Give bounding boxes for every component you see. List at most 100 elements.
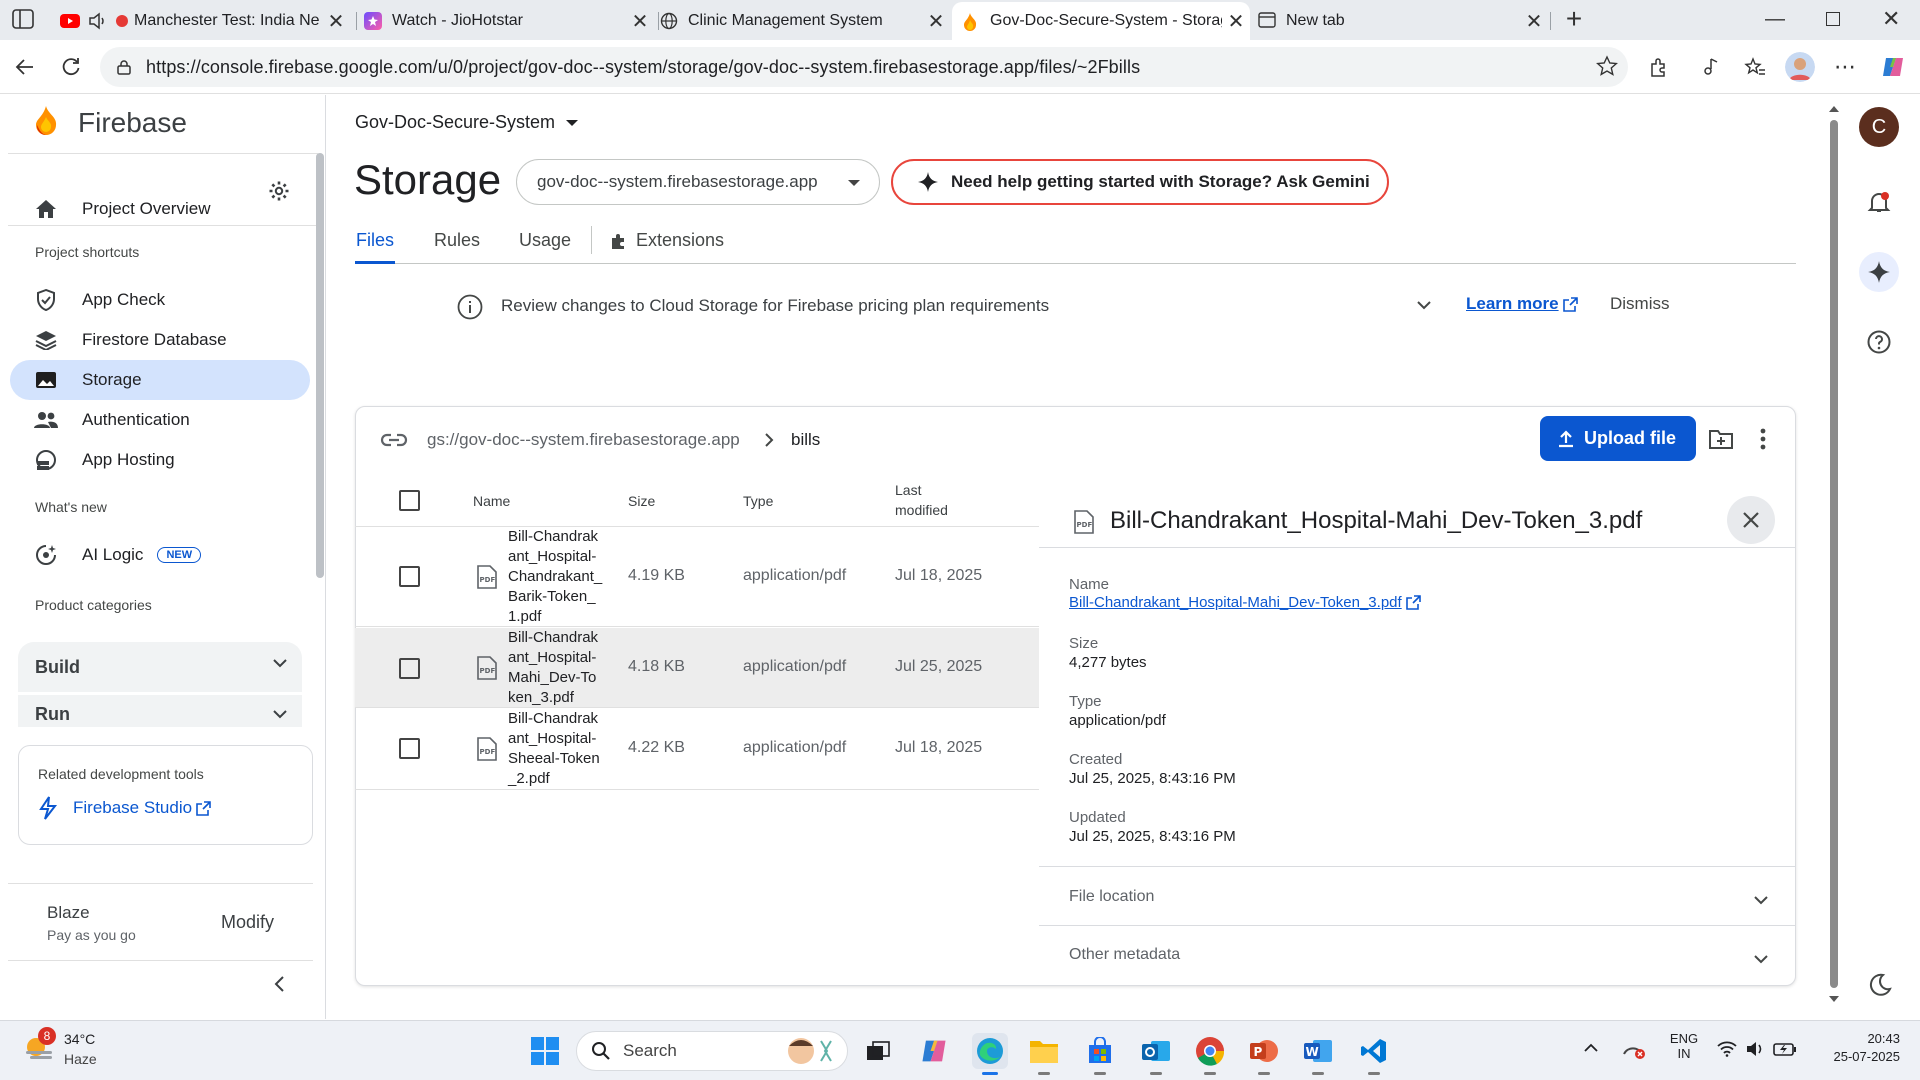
close-tab-icon[interactable]: ✕ <box>1222 7 1250 35</box>
tab-rules[interactable]: Rules <box>434 230 480 251</box>
tab-files[interactable]: Files <box>356 230 394 251</box>
more-options-icon[interactable] <box>1760 428 1766 450</box>
file-location-expander[interactable]: File location <box>1039 867 1796 925</box>
chrome-icon[interactable] <box>1192 1033 1228 1075</box>
new-folder-icon[interactable] <box>1708 428 1734 450</box>
learn-more-link[interactable]: Learn more <box>1466 294 1578 314</box>
new-tab-icon[interactable]: + <box>1560 5 1588 34</box>
file-name[interactable]: Bill-Chandrak ant_Hospital- Mahi_Dev-To … <box>508 628 608 708</box>
gemini-button[interactable] <box>1859 252 1899 292</box>
modify-plan-button[interactable]: Modify <box>221 912 274 933</box>
volume-icon[interactable] <box>1745 1040 1765 1058</box>
close-tab-icon[interactable]: ✕ <box>322 7 350 35</box>
account-avatar[interactable]: C <box>1859 107 1899 147</box>
browser-tab-youtube[interactable]: Manchester Test: India Ne ✕ <box>60 2 350 40</box>
copilot-icon[interactable] <box>1878 52 1908 82</box>
file-download-link[interactable]: Bill-Chandrakant_Hospital-Mahi_Dev-Token… <box>1069 594 1421 611</box>
browser-tab-jiohotstar[interactable]: Watch - JioHotstar ✕ <box>364 2 654 40</box>
word-icon[interactable]: W <box>1300 1033 1336 1075</box>
column-header-modified[interactable]: Last <box>895 482 921 498</box>
sidebar-item-authentication[interactable]: Authentication <box>10 400 310 440</box>
table-row[interactable]: PDF Bill-Chandrak ant_Hospital- Sheeal-T… <box>355 709 1039 790</box>
sidebar-item-app-check[interactable]: App Check <box>10 280 310 320</box>
browser-tab-clinic[interactable]: Clinic Management System ✕ <box>660 2 950 40</box>
system-clock[interactable]: 20:43 25-07-2025 <box>1808 1031 1901 1064</box>
browser-tab-firebase[interactable]: Gov-Doc-Secure-System - Storag ✕ <box>952 2 1250 40</box>
project-selector[interactable]: Gov-Doc-Secure-System <box>355 112 579 133</box>
favorite-star-icon[interactable] <box>1596 55 1618 77</box>
edge-browser-icon[interactable] <box>972 1033 1008 1075</box>
store-icon[interactable] <box>1082 1033 1118 1075</box>
profile-avatar-icon[interactable] <box>1785 52 1815 82</box>
speaker-icon[interactable] <box>88 12 106 30</box>
file-explorer-icon[interactable] <box>1026 1033 1062 1075</box>
other-metadata-expander[interactable]: Other metadata <box>1039 926 1796 984</box>
close-tab-icon[interactable]: ✕ <box>626 7 654 35</box>
banner-expand-chevron-icon[interactable] <box>1416 300 1432 310</box>
row-checkbox[interactable] <box>399 738 420 759</box>
select-all-checkbox[interactable] <box>399 490 420 511</box>
file-name[interactable]: Bill-Chandrak ant_Hospital- Sheeal-Token… <box>508 709 608 789</box>
copilot-app-icon[interactable] <box>916 1033 952 1069</box>
column-header-name[interactable]: Name <box>473 493 510 509</box>
show-hidden-icons-chevron-icon[interactable] <box>1584 1043 1598 1052</box>
table-row-selected[interactable]: PDF Bill-Chandrak ant_Hospital- Mahi_Dev… <box>355 628 1039 708</box>
outlook-icon[interactable] <box>1138 1033 1174 1075</box>
close-details-button[interactable] <box>1727 496 1775 544</box>
collapse-sidebar-icon[interactable] <box>272 975 286 993</box>
extensions-icon[interactable] <box>1644 52 1674 82</box>
tab-extensions[interactable]: Extensions <box>610 230 724 251</box>
close-tab-icon[interactable]: ✕ <box>922 7 950 35</box>
sidebar-item-firestore[interactable]: Firestore Database <box>10 320 310 360</box>
task-view-icon[interactable] <box>860 1033 896 1069</box>
reload-icon[interactable] <box>54 50 88 84</box>
powerpoint-icon[interactable]: P <box>1246 1033 1282 1075</box>
sidebar-toggle-icon[interactable] <box>12 9 36 31</box>
bucket-selector[interactable]: gov-doc--system.firebasestorage.app <box>516 159 880 205</box>
url-field[interactable]: https://console.firebase.google.com/u/0/… <box>100 47 1628 87</box>
site-info-icon[interactable] <box>116 59 132 75</box>
vscode-icon[interactable] <box>1356 1033 1392 1075</box>
close-window-icon[interactable]: ✕ <box>1882 6 1900 32</box>
link-icon[interactable] <box>380 430 408 450</box>
notifications-bell-icon[interactable] <box>1867 190 1891 214</box>
maximize-icon[interactable] <box>1826 12 1840 26</box>
sidebar-item-app-hosting[interactable]: App Hosting <box>10 440 310 480</box>
firebase-studio-link[interactable]: Firebase Studio <box>37 796 211 820</box>
sidebar-scrollbar[interactable] <box>316 153 324 578</box>
close-tab-icon[interactable]: ✕ <box>1520 7 1548 35</box>
help-icon[interactable] <box>1867 330 1891 354</box>
minimize-icon[interactable]: — <box>1765 8 1785 31</box>
taskbar-search[interactable]: Search <box>576 1031 848 1071</box>
bucket-path-root[interactable]: gs://gov-doc--system.firebasestorage.app <box>427 430 740 450</box>
upload-file-button[interactable]: Upload file <box>1540 416 1696 461</box>
run-category[interactable]: Run <box>18 695 302 727</box>
build-category[interactable]: Build <box>18 642 302 692</box>
ask-gemini-button[interactable]: Need help getting started with Storage? … <box>891 159 1389 205</box>
dismiss-button[interactable]: Dismiss <box>1610 294 1670 314</box>
tab-usage[interactable]: Usage <box>519 230 571 251</box>
row-checkbox[interactable] <box>399 566 420 587</box>
settings-gear-icon[interactable] <box>265 177 293 205</box>
network-status-icon[interactable] <box>1622 1040 1646 1060</box>
favorites-icon[interactable] <box>1740 52 1770 82</box>
column-header-type[interactable]: Type <box>743 493 773 509</box>
current-folder[interactable]: bills <box>791 430 820 450</box>
browser-tab-newtab[interactable]: New tab ✕ <box>1258 2 1548 40</box>
battery-icon[interactable] <box>1773 1040 1797 1058</box>
project-overview-link[interactable]: Project Overview <box>10 189 290 229</box>
row-checkbox[interactable] <box>399 658 420 679</box>
read-aloud-icon[interactable] <box>1696 52 1726 82</box>
more-menu-icon[interactable]: ⋯ <box>1830 52 1860 82</box>
table-row[interactable]: PDF Bill-Chandrak ant_Hospital- Chandrak… <box>355 527 1039 627</box>
sidebar-item-storage[interactable]: Storage <box>10 360 310 400</box>
back-icon[interactable] <box>8 50 42 84</box>
start-menu-icon[interactable] <box>527 1033 563 1069</box>
firebase-brand[interactable]: Firebase <box>78 107 187 139</box>
sidebar-item-ai-logic[interactable]: AI Logic NEW <box>10 535 310 575</box>
dark-mode-moon-icon[interactable] <box>1868 973 1892 997</box>
file-name[interactable]: Bill-Chandrak ant_Hospital- Chandrakant_… <box>508 527 608 627</box>
column-header-size[interactable]: Size <box>628 493 655 509</box>
language-indicator[interactable]: ENG IN <box>1667 1031 1701 1061</box>
main-scrollbar[interactable] <box>1828 102 1840 1006</box>
